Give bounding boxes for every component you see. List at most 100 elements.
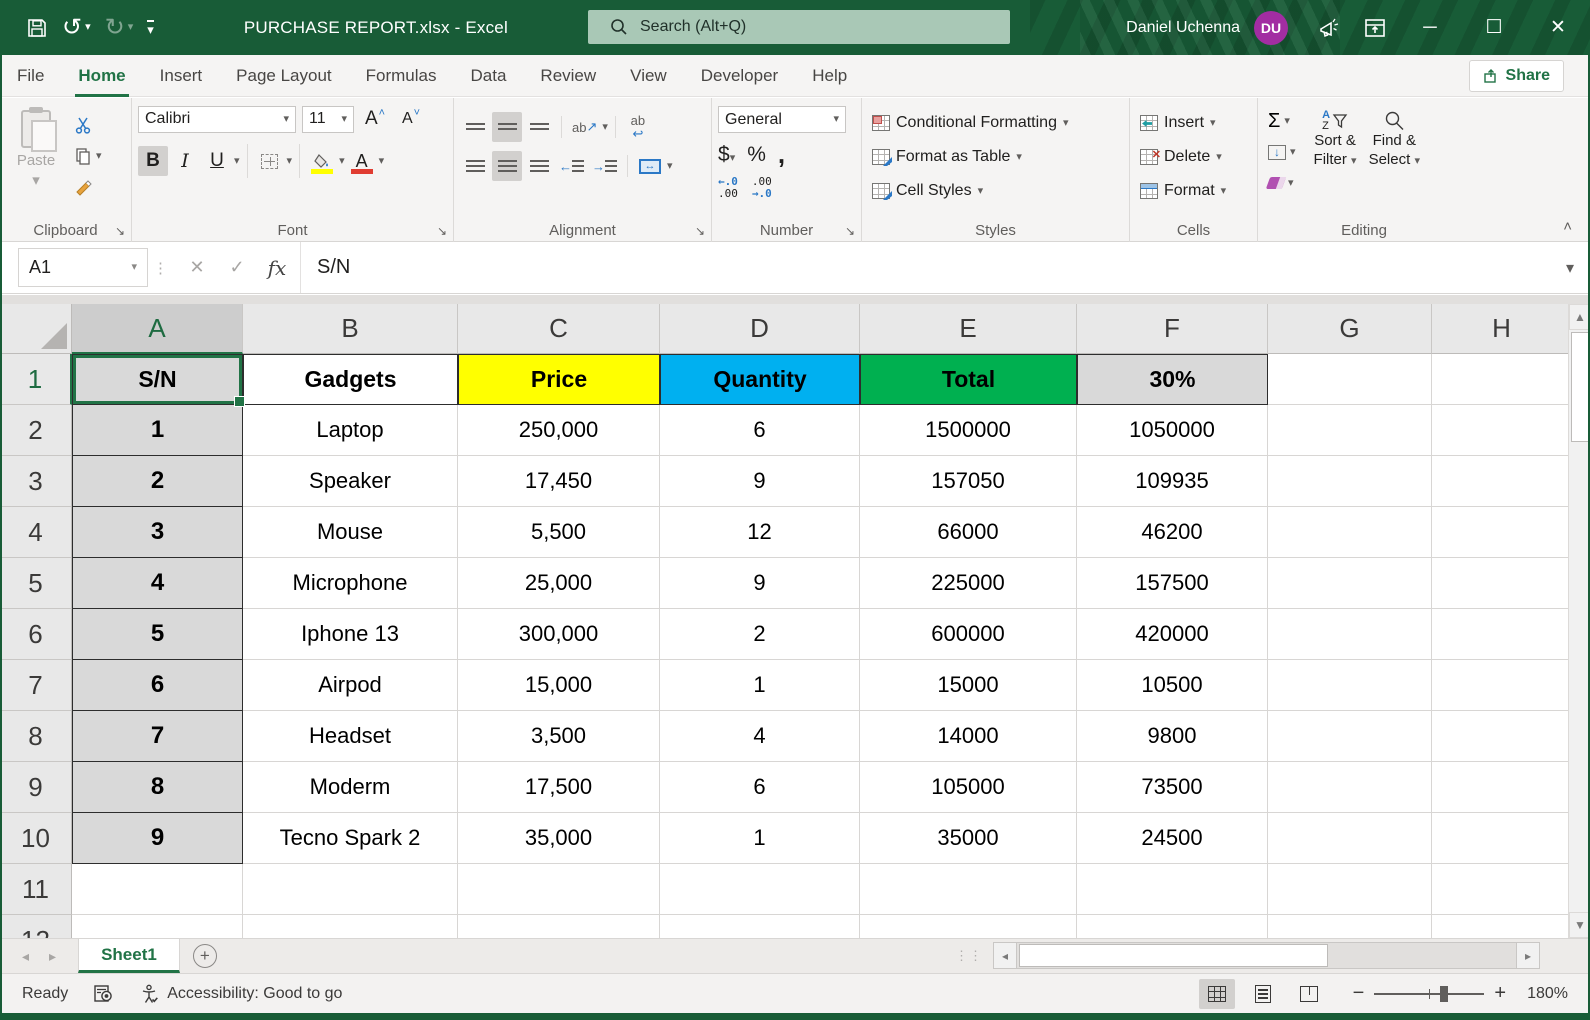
select-all-corner[interactable] xyxy=(0,304,72,354)
normal-view-button[interactable] xyxy=(1199,979,1235,1009)
cell-H12[interactable] xyxy=(1432,915,1568,938)
cell-D2[interactable]: 6 xyxy=(660,405,860,456)
cell-G7[interactable] xyxy=(1268,660,1432,711)
italic-button[interactable]: I xyxy=(170,146,200,176)
tab-review[interactable]: Review xyxy=(523,55,613,97)
underline-button[interactable]: U xyxy=(202,146,232,176)
tab-page-layout[interactable]: Page Layout xyxy=(219,55,348,97)
horizontal-scroll-thumb[interactable] xyxy=(1019,944,1328,967)
expand-formula-bar-button[interactable]: ▾ xyxy=(1550,242,1590,293)
cell-A1[interactable]: S/N xyxy=(72,354,243,405)
comma-style-button[interactable]: , xyxy=(778,139,785,170)
number-dialog-launcher[interactable]: ↘ xyxy=(845,224,855,238)
middle-align-button[interactable] xyxy=(492,112,522,142)
cut-button[interactable] xyxy=(70,112,106,138)
cell-H4[interactable] xyxy=(1432,507,1568,558)
cell-D3[interactable]: 9 xyxy=(660,456,860,507)
cell-D7[interactable]: 1 xyxy=(660,660,860,711)
cell-G11[interactable] xyxy=(1268,864,1432,915)
column-header-C[interactable]: C xyxy=(458,304,660,354)
cell-C8[interactable]: 3,500 xyxy=(458,711,660,762)
delete-cells-button[interactable]: Delete▾ xyxy=(1136,142,1230,172)
merge-center-dropdown[interactable]: ▾ xyxy=(667,161,673,172)
tab-home[interactable]: Home xyxy=(61,55,142,97)
scroll-left-button[interactable]: ◂ xyxy=(993,942,1017,969)
clear-button[interactable]: ▾ xyxy=(1264,170,1300,196)
increase-decimal-button[interactable]: ←.0.00 xyxy=(718,176,738,200)
new-sheet-button[interactable]: + xyxy=(180,939,230,973)
close-button[interactable]: ✕ xyxy=(1526,0,1590,55)
row-header-4[interactable]: 4 xyxy=(0,507,72,558)
vertical-scroll-thumb[interactable] xyxy=(1571,332,1589,442)
row-header-3[interactable]: 3 xyxy=(0,456,72,507)
cell-C9[interactable]: 17,500 xyxy=(458,762,660,813)
sheet-tab-sheet1[interactable]: Sheet1 xyxy=(78,939,180,973)
borders-button[interactable] xyxy=(255,146,285,176)
customize-qat-button[interactable]: ▾ xyxy=(147,20,154,36)
cell-D6[interactable]: 2 xyxy=(660,609,860,660)
cell-D12[interactable] xyxy=(660,915,860,938)
decrease-decimal-button[interactable]: .00→.0 xyxy=(752,176,772,200)
cell-C12[interactable] xyxy=(458,915,660,938)
cell-E5[interactable]: 225000 xyxy=(860,558,1077,609)
cell-B12[interactable] xyxy=(243,915,458,938)
cell-D9[interactable]: 6 xyxy=(660,762,860,813)
cell-E10[interactable]: 35000 xyxy=(860,813,1077,864)
find-select-button[interactable]: Find & Select ▾ xyxy=(1363,108,1426,172)
cell-D4[interactable]: 12 xyxy=(660,507,860,558)
align-right-button[interactable] xyxy=(524,151,554,181)
cell-H5[interactable] xyxy=(1432,558,1568,609)
number-format-combo[interactable]: General▾ xyxy=(718,106,846,133)
cell-B7[interactable]: Airpod xyxy=(243,660,458,711)
cell-B4[interactable]: Mouse xyxy=(243,507,458,558)
decrease-font-size-button[interactable]: A˅ xyxy=(396,104,426,134)
cell-E3[interactable]: 157050 xyxy=(860,456,1077,507)
cell-A4[interactable]: 3 xyxy=(72,507,243,558)
accessibility-checker[interactable]: Accessibility: Good to go xyxy=(140,984,342,1004)
column-header-E[interactable]: E xyxy=(860,304,1077,354)
horizontal-scroll-track[interactable] xyxy=(1017,942,1516,969)
maximize-button[interactable]: ☐ xyxy=(1462,0,1526,55)
wrap-text-button[interactable]: ab↩ xyxy=(623,112,653,142)
tab-data[interactable]: Data xyxy=(454,55,524,97)
orientation-button[interactable]: ab↗ xyxy=(569,112,600,142)
center-button[interactable] xyxy=(492,151,522,181)
column-header-H[interactable]: H xyxy=(1432,304,1568,354)
search-box[interactable]: Search (Alt+Q) xyxy=(588,10,1010,44)
sort-filter-button[interactable]: AZ Sort & Filter ▾ xyxy=(1308,108,1363,172)
zoom-in-button[interactable]: + xyxy=(1494,982,1506,1005)
top-align-button[interactable] xyxy=(460,112,490,142)
column-header-B[interactable]: B xyxy=(243,304,458,354)
cell-styles-button[interactable]: Cell Styles▾ xyxy=(868,176,1073,206)
macro-record-button[interactable] xyxy=(94,984,114,1003)
cell-G2[interactable] xyxy=(1268,405,1432,456)
cell-D8[interactable]: 4 xyxy=(660,711,860,762)
cell-F3[interactable]: 109935 xyxy=(1077,456,1268,507)
row-header-1[interactable]: 1 xyxy=(0,354,72,405)
avatar[interactable]: DU xyxy=(1254,11,1288,45)
cell-A12[interactable] xyxy=(72,915,243,938)
minimize-button[interactable]: ─ xyxy=(1398,0,1462,55)
cell-B10[interactable]: Tecno Spark 2 xyxy=(243,813,458,864)
cell-G9[interactable] xyxy=(1268,762,1432,813)
column-header-F[interactable]: F xyxy=(1077,304,1268,354)
cell-B1[interactable]: Gadgets xyxy=(243,354,458,405)
scroll-up-button[interactable]: ▲ xyxy=(1569,304,1590,330)
font-color-dropdown[interactable]: ▾ xyxy=(379,156,385,167)
row-header-2[interactable]: 2 xyxy=(0,405,72,456)
cell-F9[interactable]: 73500 xyxy=(1077,762,1268,813)
cell-A6[interactable]: 5 xyxy=(72,609,243,660)
font-dialog-launcher[interactable]: ↘ xyxy=(437,224,447,238)
ribbon-display-options-button[interactable] xyxy=(1352,0,1398,55)
decrease-indent-button[interactable]: ← xyxy=(556,151,587,181)
cell-F11[interactable] xyxy=(1077,864,1268,915)
cell-B2[interactable]: Laptop xyxy=(243,405,458,456)
cell-C7[interactable]: 15,000 xyxy=(458,660,660,711)
tab-view[interactable]: View xyxy=(613,55,684,97)
font-color-button[interactable]: A xyxy=(347,146,377,176)
cell-H2[interactable] xyxy=(1432,405,1568,456)
cell-H6[interactable] xyxy=(1432,609,1568,660)
tab-formulas[interactable]: Formulas xyxy=(349,55,454,97)
cell-B6[interactable]: Iphone 13 xyxy=(243,609,458,660)
insert-function-button[interactable]: fx xyxy=(260,251,294,285)
